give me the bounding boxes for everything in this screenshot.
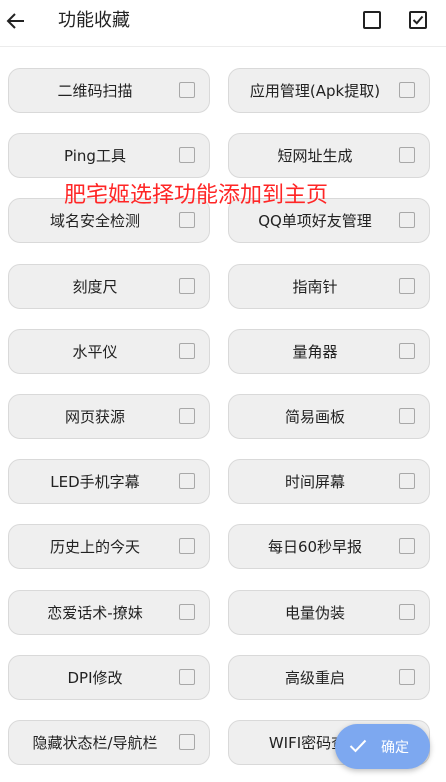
confirm-label: 确定 (381, 739, 409, 756)
feature-item-label: DPI修改 (67, 668, 123, 687)
feature-item-label: 电量伪装 (284, 603, 345, 622)
feature-checkbox[interactable] (179, 668, 195, 685)
feature-item-label: 量角器 (292, 342, 338, 361)
feature-checkbox[interactable] (399, 473, 415, 490)
feature-item[interactable]: 电量伪装 (228, 589, 430, 635)
feature-item-label: 每日60秒早报 (267, 538, 363, 557)
select-none-checkbox[interactable] (363, 11, 381, 29)
feature-item[interactable]: 历史上的今天 (8, 524, 210, 570)
feature-checkbox[interactable] (399, 147, 415, 164)
feature-checkbox[interactable] (179, 734, 195, 750)
confirm-button[interactable]: 确定 (335, 724, 430, 769)
feature-item[interactable]: 短网址生成 (228, 133, 430, 179)
feature-checkbox[interactable] (179, 82, 195, 98)
feature-checkbox[interactable] (179, 147, 195, 164)
feature-item-label: 应用管理(Apk提取) (249, 82, 381, 100)
feature-checkbox[interactable] (179, 603, 195, 620)
back-button[interactable] (4, 7, 28, 35)
feature-item-label: 二维码扫描 (57, 82, 133, 100)
feature-checkbox[interactable] (399, 668, 415, 685)
feature-checkbox[interactable] (179, 212, 195, 229)
feature-item[interactable]: 恋爱话术-撩妹 (8, 589, 210, 635)
feature-checkbox[interactable] (179, 408, 195, 424)
overlay-caption: 肥宅姬选择功能添加到主页 (64, 183, 329, 208)
feature-item[interactable]: Ping工具 (8, 133, 210, 179)
feature-checkbox[interactable] (399, 408, 415, 424)
feature-item-label: 水平仪 (72, 342, 118, 361)
feature-checkbox[interactable] (179, 473, 195, 490)
feature-item-label: 隐藏状态栏/导航栏 (32, 734, 158, 752)
feature-item[interactable]: 量角器 (228, 328, 430, 374)
feature-item[interactable]: 二维码扫描 (8, 68, 210, 113)
feature-item[interactable]: 简易画板 (228, 394, 430, 439)
feature-item-label: LED手机字幕 (50, 473, 140, 492)
feature-item[interactable]: DPI修改 (8, 654, 210, 700)
feature-checkbox[interactable] (399, 277, 415, 294)
feature-item[interactable]: 网页获源 (8, 394, 210, 439)
feature-item[interactable]: 刻度尺 (8, 263, 210, 309)
check-icon (412, 15, 424, 25)
feature-checkbox[interactable] (399, 603, 415, 620)
feature-checkbox[interactable] (399, 82, 415, 98)
feature-item-label: Ping工具 (64, 147, 126, 166)
feature-item-label: 恋爱话术-撩妹 (47, 603, 143, 622)
feature-item[interactable]: 每日60秒早报 (228, 524, 430, 570)
feature-item-label: 历史上的今天 (49, 538, 140, 557)
feature-item-label: 刻度尺 (72, 277, 118, 296)
feature-item[interactable]: 时间屏幕 (228, 459, 430, 505)
feature-checkbox[interactable] (179, 342, 195, 359)
feature-checkbox[interactable] (179, 538, 195, 555)
feature-item-label: 时间屏幕 (284, 473, 345, 492)
feature-checkbox[interactable] (399, 212, 415, 229)
feature-checkbox[interactable] (399, 342, 415, 359)
feature-item[interactable]: LED手机字幕 (8, 459, 210, 505)
feature-item[interactable]: 高级重启 (228, 654, 430, 700)
feature-item[interactable]: 隐藏状态栏/导航栏 (8, 720, 210, 765)
feature-item-label: 指南针 (292, 277, 338, 296)
page-title: 功能收藏 (58, 10, 130, 31)
arrow-left-icon (6, 13, 24, 29)
feature-item-label: 网页获源 (64, 408, 125, 426)
check-icon (349, 739, 367, 753)
feature-item[interactable]: 水平仪 (8, 328, 210, 374)
feature-checkbox[interactable] (179, 277, 195, 294)
feature-item-label: 高级重启 (284, 668, 345, 687)
feature-item-label: 简易画板 (284, 408, 345, 426)
select-all-checkbox[interactable] (409, 11, 427, 29)
feature-item[interactable]: 指南针 (228, 263, 430, 309)
feature-checkbox[interactable] (399, 538, 415, 555)
feature-item-label: 短网址生成 (277, 147, 353, 166)
feature-item[interactable]: 应用管理(Apk提取) (228, 68, 430, 113)
app-bar: 功能收藏 (0, 0, 446, 47)
